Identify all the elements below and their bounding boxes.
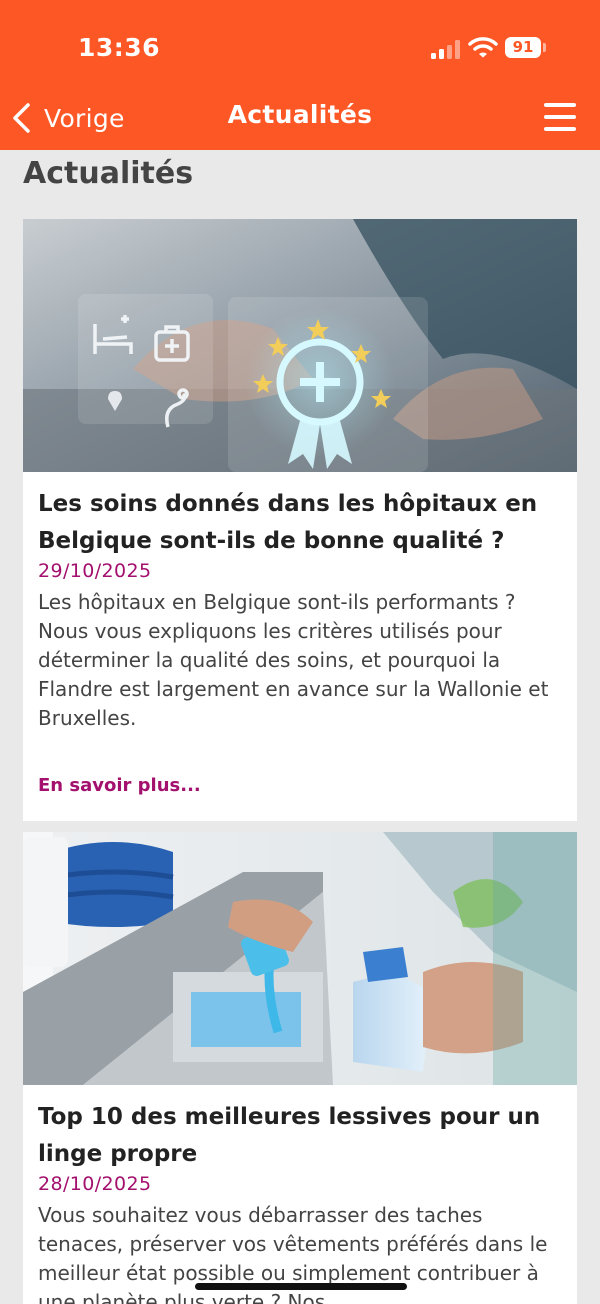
page-title: Actualités bbox=[23, 156, 194, 191]
article-card-hospitals[interactable]: Les soins donnés dans les hôpitaux en Be… bbox=[23, 219, 577, 821]
nav-title: Actualités bbox=[227, 100, 373, 129]
hamburger-menu-icon[interactable] bbox=[540, 100, 580, 134]
battery-cap bbox=[543, 43, 546, 52]
battery-icon: 91 bbox=[505, 37, 541, 58]
article-image-hospital-quality[interactable] bbox=[23, 219, 577, 472]
status-time: 13:36 bbox=[78, 33, 161, 62]
article-date: 29/10/2025 bbox=[38, 560, 152, 582]
read-more-link[interactable]: En savoir plus... bbox=[38, 775, 201, 796]
top-bar: 13:36 91 Vorige Actualités bbox=[0, 0, 600, 150]
wifi-icon bbox=[468, 37, 498, 58]
article-date: 28/10/2025 bbox=[38, 1173, 152, 1195]
article-title[interactable]: Top 10 des meilleures lessives pour un l… bbox=[38, 1099, 558, 1173]
article-image-laundry[interactable] bbox=[23, 832, 577, 1085]
article-excerpt: Les hôpitaux en Belgique sont-ils perfor… bbox=[38, 590, 549, 730]
article-title[interactable]: Les soins donnés dans les hôpitaux en Be… bbox=[38, 486, 558, 560]
cellular-signal-icon bbox=[431, 39, 461, 59]
article-card-laundry[interactable]: Top 10 des meilleures lessives pour un l… bbox=[23, 832, 577, 1304]
home-indicator[interactable] bbox=[195, 1283, 407, 1290]
